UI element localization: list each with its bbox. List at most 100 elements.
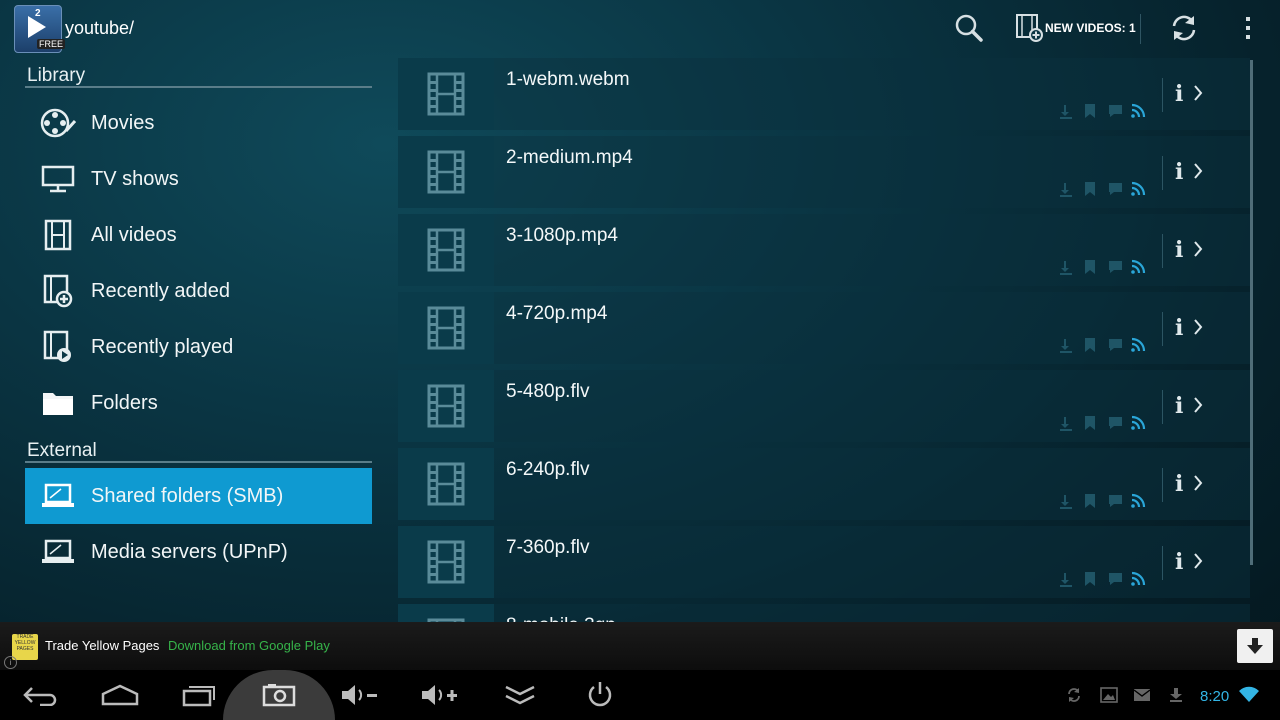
video-thumbnail xyxy=(398,370,494,442)
download-icon xyxy=(1247,638,1263,654)
list-item[interactable]: 5-480p.flv i xyxy=(398,370,1250,442)
logo-badge: FREE xyxy=(37,39,66,49)
list-item[interactable]: 8-mobile.3gp i xyxy=(398,604,1250,622)
list-item[interactable]: 4-720p.mp4 i xyxy=(398,292,1250,364)
app-logo[interactable]: 2 FREE xyxy=(14,5,66,53)
sidebar-item-shared-folders[interactable]: Shared folders (SMB) xyxy=(25,468,372,524)
info-button[interactable]: i xyxy=(1175,393,1183,419)
info-button[interactable]: i xyxy=(1175,159,1183,185)
external-section-title: External xyxy=(25,433,372,463)
film-add-icon xyxy=(25,274,91,308)
chevron-right-icon[interactable] xyxy=(1193,552,1203,575)
refresh-icon[interactable] xyxy=(1168,12,1200,44)
status-icons xyxy=(1058,490,1153,510)
new-videos-icon[interactable] xyxy=(1014,12,1046,44)
sidebar-item-label: Shared folders (SMB) xyxy=(91,484,284,507)
volume-down-icon[interactable] xyxy=(325,670,395,720)
film-reel-icon xyxy=(25,107,91,139)
status-icons xyxy=(1058,256,1153,276)
sidebar-item-tv-shows[interactable]: TV shows xyxy=(25,151,372,207)
back-icon[interactable] xyxy=(5,670,75,720)
divider xyxy=(1162,546,1163,580)
film-strip-icon xyxy=(427,150,465,194)
sidebar-item-label: All videos xyxy=(91,223,177,246)
overflow-menu-icon[interactable] xyxy=(1232,12,1264,44)
ad-banner[interactable]: TRADE YELLOW PAGES Trade Yellow Pages Do… xyxy=(0,622,1280,670)
file-name: 3-1080p.mp4 xyxy=(506,225,618,246)
download-status-icon xyxy=(1169,687,1183,708)
film-strip-icon xyxy=(25,219,91,251)
info-button[interactable]: i xyxy=(1175,471,1183,497)
home-icon[interactable] xyxy=(85,670,155,720)
laptop-icon xyxy=(25,539,91,565)
info-button[interactable]: i xyxy=(1175,237,1183,263)
file-name: 4-720p.mp4 xyxy=(506,303,608,324)
search-icon[interactable] xyxy=(953,12,985,44)
folder-icon xyxy=(25,389,91,417)
info-button[interactable]: i xyxy=(1175,549,1183,575)
chevron-right-icon[interactable] xyxy=(1193,474,1203,497)
download-button[interactable] xyxy=(1237,629,1273,663)
chevron-right-icon[interactable] xyxy=(1193,84,1203,107)
chevron-right-icon[interactable] xyxy=(1193,396,1203,419)
chevron-right-icon[interactable] xyxy=(1193,318,1203,341)
list-item[interactable]: 2-medium.mp4 i xyxy=(398,136,1250,208)
list-item[interactable]: 7-360p.flv i xyxy=(398,526,1250,598)
file-name: 1-webm.webm xyxy=(506,69,630,90)
system-nav-bar: 8:20 xyxy=(0,670,1280,720)
film-strip-icon xyxy=(427,306,465,350)
file-list: 1-webm.webm i 2-medium.mp4 i 3-1080p.mp4… xyxy=(398,58,1250,622)
current-path: youtube/ xyxy=(65,18,135,38)
info-button[interactable]: i xyxy=(1175,315,1183,341)
image-icon xyxy=(1100,687,1118,708)
sidebar-item-recently-added[interactable]: Recently added xyxy=(25,263,372,319)
list-item[interactable]: 3-1080p.mp4 i xyxy=(398,214,1250,286)
sidebar-item-label: TV shows xyxy=(91,167,179,190)
sidebar-item-label: Folders xyxy=(91,391,158,414)
file-name: 5-480p.flv xyxy=(506,381,590,402)
file-name: 7-360p.flv xyxy=(506,537,590,558)
sidebar-item-label: Recently played xyxy=(91,335,234,358)
divider xyxy=(1162,390,1163,424)
wifi-icon xyxy=(1238,685,1260,708)
video-thumbnail xyxy=(398,604,494,622)
status-icons xyxy=(1058,334,1153,354)
video-thumbnail xyxy=(398,526,494,598)
sidebar-item-label: Recently added xyxy=(91,279,230,302)
collapse-icon[interactable] xyxy=(485,670,555,720)
screenshot-icon[interactable] xyxy=(223,670,335,720)
chevron-right-icon[interactable] xyxy=(1193,240,1203,263)
list-item[interactable]: 6-240p.flv i xyxy=(398,448,1250,520)
video-thumbnail xyxy=(398,136,494,208)
sidebar-item-movies[interactable]: Movies xyxy=(25,95,372,151)
scrollbar[interactable] xyxy=(1250,60,1253,565)
volume-up-icon[interactable] xyxy=(405,670,475,720)
ad-subtitle[interactable]: Download from Google Play xyxy=(168,638,330,653)
sidebar-item-label: Movies xyxy=(91,111,155,134)
chevron-right-icon[interactable] xyxy=(1193,162,1203,185)
status-icons xyxy=(1058,412,1153,432)
sidebar-item-media-servers[interactable]: Media servers (UPnP) xyxy=(25,524,372,580)
divider xyxy=(1140,14,1141,44)
divider xyxy=(1162,78,1163,112)
ad-logo: TRADE YELLOW PAGES xyxy=(12,634,38,660)
ad-title[interactable]: Trade Yellow Pages xyxy=(45,638,159,653)
sidebar-item-folders[interactable]: Folders xyxy=(25,375,372,431)
film-strip-icon xyxy=(427,462,465,506)
library-section-title: Library xyxy=(25,58,372,88)
mail-icon xyxy=(1133,687,1151,708)
film-play-icon xyxy=(25,330,91,364)
sidebar-item-all-videos[interactable]: All videos xyxy=(25,207,372,263)
list-item[interactable]: 1-webm.webm i xyxy=(398,58,1250,130)
new-videos-label[interactable]: NEW VIDEOS: 1 xyxy=(1045,21,1136,35)
sidebar-item-recently-played[interactable]: Recently played xyxy=(25,319,372,375)
divider xyxy=(1162,468,1163,502)
status-clock: 8:20 xyxy=(1200,688,1230,705)
file-name: 2-medium.mp4 xyxy=(506,147,633,168)
video-thumbnail xyxy=(398,448,494,520)
play-icon xyxy=(28,16,46,38)
ad-info-icon[interactable]: i xyxy=(4,656,17,669)
sync-icon xyxy=(1066,687,1082,708)
info-button[interactable]: i xyxy=(1175,81,1183,107)
power-icon[interactable] xyxy=(565,670,635,720)
